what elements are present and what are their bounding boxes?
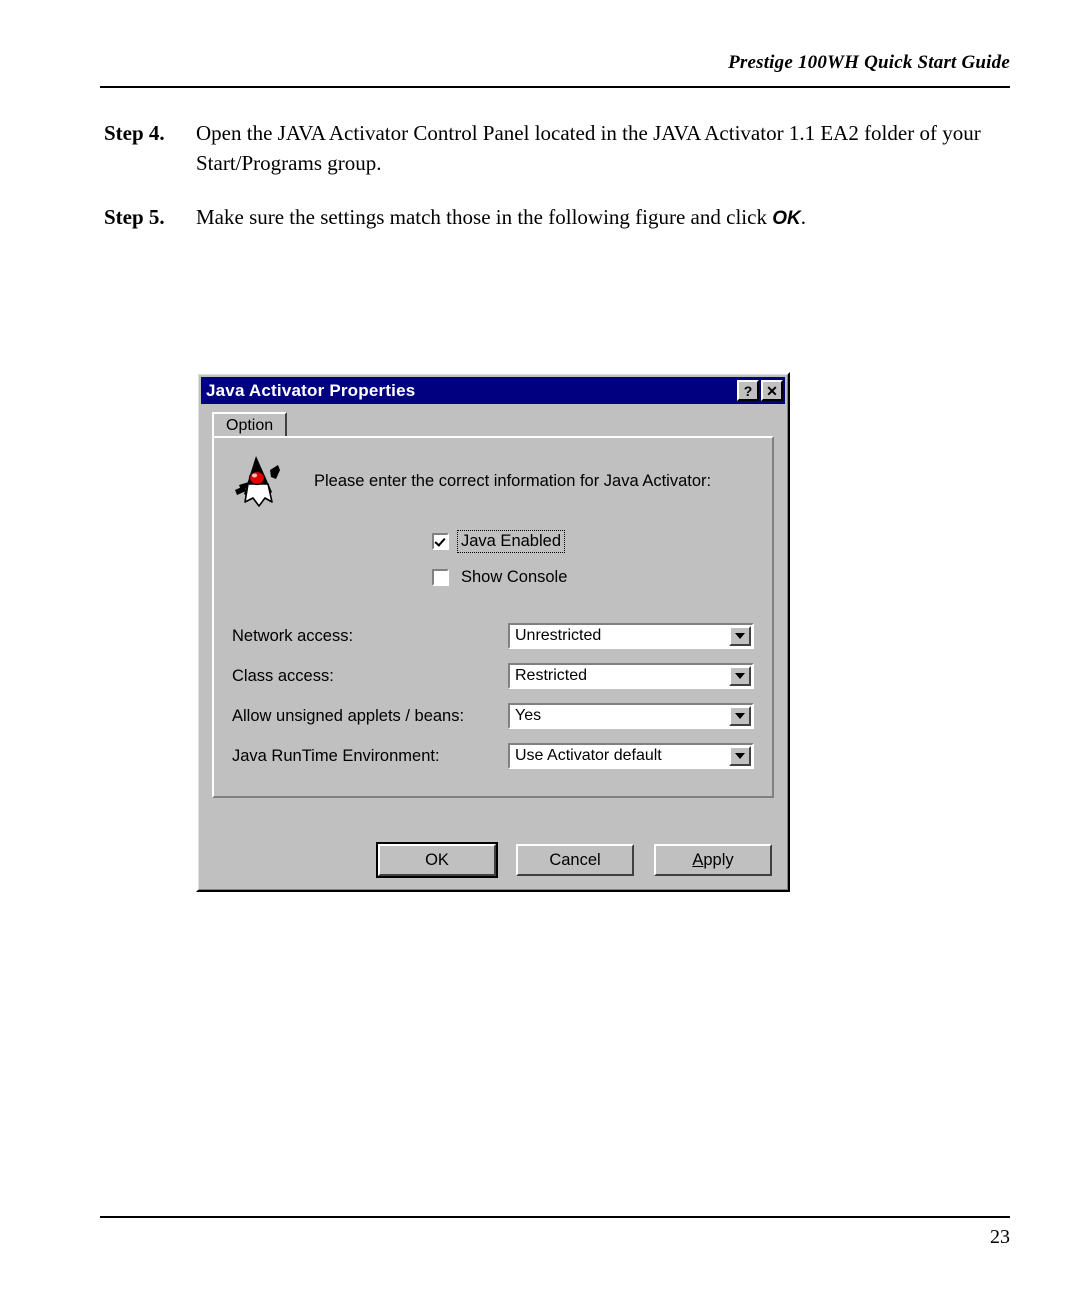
chevron-down-icon[interactable] — [729, 706, 751, 726]
step-item: Step 4. Open the JAVA Activator Control … — [104, 118, 1010, 178]
steps-list: Step 4. Open the JAVA Activator Control … — [104, 118, 1010, 258]
step-label: Step 4. — [104, 121, 165, 145]
checkbox-show-console[interactable] — [432, 568, 449, 586]
step-label: Step 5. — [104, 205, 165, 229]
checkbox-label-java-enabled: Java Enabled — [457, 529, 565, 553]
ok-button[interactable]: OK — [376, 842, 498, 878]
dropdown-value-java-runtime-environment: Use Activator default — [515, 747, 662, 764]
checkbox-group: Java Enabled Show Console — [432, 528, 570, 600]
chevron-down-icon[interactable] — [729, 626, 751, 646]
apply-button-rest: pply — [703, 850, 734, 869]
page-number: 23 — [990, 1226, 1010, 1248]
dialog-title: Java Activator Properties — [206, 380, 416, 400]
dropdown-value-allow-unsigned-applets: Yes — [515, 707, 542, 724]
java-activator-properties-dialog: Java Activator Properties ? ✕ Option Ple… — [196, 372, 790, 892]
close-icon[interactable]: ✕ — [761, 380, 783, 401]
field-row-java-runtime-environment: Java RunTime Environment: Use Activator … — [232, 736, 754, 776]
step-text: Open the JAVA Activator Control Panel lo… — [196, 121, 981, 175]
field-row-network-access: Network access: Unrestricted — [232, 616, 754, 656]
tabstrip: Option — [212, 412, 774, 438]
dropdown-value-network-access: Unrestricted — [515, 627, 602, 644]
step-text-before: Make sure the settings match those in th… — [196, 205, 773, 229]
footer-rule — [100, 1216, 1010, 1218]
checkbox-label-show-console: Show Console — [461, 567, 568, 586]
label-network-access: Network access: — [232, 626, 354, 645]
dropdown-java-runtime-environment[interactable]: Use Activator default — [508, 743, 754, 769]
dialog-button-row: OK Cancel Apply — [198, 842, 772, 878]
step-emphasis-ok: OK — [772, 208, 801, 229]
help-button[interactable]: ? — [737, 380, 759, 401]
apply-button[interactable]: Apply — [654, 844, 772, 876]
dropdown-network-access[interactable]: Unrestricted — [508, 623, 754, 649]
step-text-after: . — [800, 205, 806, 229]
checkbox-java-enabled[interactable] — [432, 532, 449, 550]
checkbox-row-java-enabled[interactable]: Java Enabled — [432, 528, 570, 554]
dropdown-value-class-access: Restricted — [515, 667, 588, 684]
intro-text: Please enter the correct information for… — [314, 471, 712, 490]
tab-panel-option: Please enter the correct information for… — [212, 436, 774, 798]
dialog-titlebar[interactable]: Java Activator Properties ? ✕ — [201, 377, 785, 404]
field-row-allow-unsigned-applets: Allow unsigned applets / beans: Yes — [232, 696, 754, 736]
java-duke-icon — [235, 456, 280, 507]
tab-option[interactable]: Option — [212, 412, 288, 438]
step-text: Make sure the settings match those in th… — [196, 202, 1010, 234]
step-item: Step 5. Make sure the settings match tho… — [104, 202, 1010, 234]
label-class-access: Class access: — [232, 666, 334, 685]
dropdown-class-access[interactable]: Restricted — [508, 663, 754, 689]
dropdown-allow-unsigned-applets[interactable]: Yes — [508, 703, 754, 729]
field-row-class-access: Class access: Restricted — [232, 656, 754, 696]
settings-fields: Network access: Unrestricted Class acces… — [232, 616, 754, 776]
page-header: Prestige 100WH Quick Start Guide — [100, 52, 1010, 74]
apply-button-mnemonic: A — [692, 850, 704, 869]
cancel-button[interactable]: Cancel — [516, 844, 634, 876]
intro-row: Please enter the correct information for… — [232, 454, 711, 508]
page-header-title: Prestige 100WH Quick Start Guide — [728, 52, 1010, 73]
tab-option-label: Option — [226, 417, 274, 434]
label-java-runtime-environment: Java RunTime Environment: — [232, 746, 440, 765]
chevron-down-icon[interactable] — [729, 666, 751, 686]
header-rule — [100, 86, 1010, 88]
checkbox-row-show-console[interactable]: Show Console — [432, 564, 570, 590]
chevron-down-icon[interactable] — [729, 746, 751, 766]
label-allow-unsigned-applets: Allow unsigned applets / beans: — [232, 706, 465, 725]
